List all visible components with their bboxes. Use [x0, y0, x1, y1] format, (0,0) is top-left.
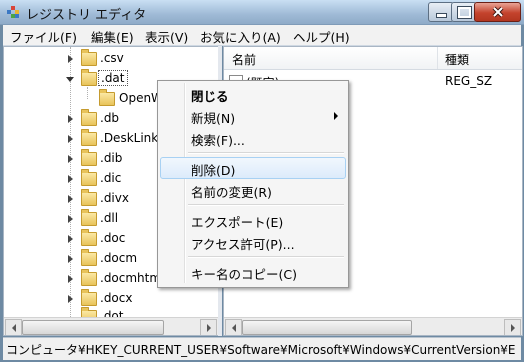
window-title: レジストリ エディタ: [26, 8, 147, 23]
tree-item-docx[interactable]: .docx: [4, 289, 218, 309]
tree-item-csv[interactable]: .csv: [4, 49, 218, 69]
menu-bar: ファイル(F) 編集(E) 表示(V) お気に入り(A) ヘルプ(H): [3, 25, 521, 46]
tree-horizontal-scrollbar[interactable]: [4, 317, 218, 335]
ctx-item-permissions[interactable]: アクセス許可(P)...: [160, 231, 346, 253]
expand-arrow-icon[interactable]: [68, 155, 73, 163]
tree-item-label: .docm: [100, 251, 138, 265]
chevron-left-icon: [231, 323, 236, 332]
folder-icon: [81, 289, 97, 306]
ctx-item-rename[interactable]: 名前の変更(R): [160, 179, 346, 201]
tree-item-label: .db: [100, 111, 120, 125]
tree-item-label: .csv: [100, 51, 124, 65]
ctx-item-delete[interactable]: 削除(D): [160, 157, 346, 179]
expand-arrow-icon[interactable]: [68, 255, 73, 263]
folder-icon: [81, 169, 97, 186]
ctx-item-find[interactable]: 検索(F)...: [160, 127, 346, 149]
ctx-label: アクセス許可(P)...: [191, 237, 295, 252]
menu-help[interactable]: ヘルプ(H): [293, 27, 350, 46]
ctx-label: 閉じる: [191, 89, 229, 104]
folder-icon: [81, 69, 97, 86]
scroll-thumb[interactable]: [242, 320, 412, 335]
registry-editor-icon: [7, 6, 19, 18]
folder-icon: [99, 89, 115, 106]
ctx-label: 新規(N): [191, 111, 236, 126]
menu-separator: [188, 256, 344, 258]
tree-item-label: .docmhtm: [100, 271, 162, 285]
minimize-icon: [435, 12, 447, 18]
ctx-label: キー名のコピー(C): [191, 267, 297, 282]
tree-item-label: .dot: [100, 309, 124, 317]
expand-arrow-icon[interactable]: [68, 235, 73, 243]
value-type: REG_SZ: [445, 74, 493, 88]
list-header: 名前 種類: [224, 47, 522, 70]
menu-favorites[interactable]: お気に入り(A): [200, 27, 281, 46]
folder-icon: [81, 129, 97, 146]
folder-icon: [81, 49, 97, 66]
folder-icon: [81, 249, 97, 266]
expand-arrow-icon[interactable]: [68, 115, 73, 123]
close-button[interactable]: [474, 2, 521, 22]
tree-item-label: .doc: [100, 231, 126, 245]
column-header-name[interactable]: 名前: [232, 51, 256, 68]
menu-view[interactable]: 表示(V): [145, 27, 188, 46]
folder-icon: [81, 209, 97, 226]
ctx-label: エクスポート(E): [191, 215, 284, 230]
folder-icon: [81, 269, 97, 286]
tree-item-label: .dic: [100, 171, 122, 185]
tree-item-label: .dib: [100, 151, 123, 165]
expand-arrow-icon[interactable]: [68, 175, 73, 183]
ctx-item-new[interactable]: 新規(N): [160, 105, 346, 127]
list-horizontal-scrollbar[interactable]: [224, 317, 522, 335]
status-path: コンピュータ¥HKEY_CURRENT_USER¥Software¥Micros…: [6, 343, 516, 357]
ctx-item-close[interactable]: 閉じる: [160, 83, 346, 105]
ctx-label: 名前の変更(R): [191, 185, 272, 200]
collapse-arrow-icon[interactable]: [66, 77, 74, 82]
maximize-icon: [456, 5, 472, 19]
tree-item-label: .dll: [100, 211, 119, 225]
scroll-right-button[interactable]: [504, 319, 521, 335]
scroll-left-button[interactable]: [225, 319, 242, 335]
title-bar[interactable]: レジストリ エディタ: [0, 0, 524, 25]
ctx-label: 削除(D): [191, 163, 236, 178]
scroll-left-button[interactable]: [5, 319, 22, 335]
expand-arrow-icon[interactable]: [68, 195, 73, 203]
expand-arrow-icon[interactable]: [68, 295, 73, 303]
tree-item-label: .dat: [98, 70, 128, 86]
chevron-right-icon: [510, 323, 515, 332]
submenu-arrow-icon: [334, 112, 338, 120]
scroll-right-button[interactable]: [200, 319, 217, 335]
expand-arrow-icon[interactable]: [68, 215, 73, 223]
scroll-thumb[interactable]: [22, 320, 164, 335]
ctx-item-export[interactable]: エクスポート(E): [160, 209, 346, 231]
folder-icon: [81, 307, 97, 317]
tree-item-label: .DeskLink: [100, 131, 159, 145]
tree-item-label: .divx: [100, 191, 129, 205]
menu-separator: [188, 152, 344, 154]
expand-arrow-icon[interactable]: [68, 135, 73, 143]
menu-edit[interactable]: 編集(E): [91, 27, 134, 46]
expand-arrow-icon[interactable]: [68, 275, 73, 283]
status-bar: コンピュータ¥HKEY_CURRENT_USER¥Software¥Micros…: [3, 337, 521, 360]
expand-arrow-icon[interactable]: [68, 55, 73, 63]
menu-file[interactable]: ファイル(F): [10, 27, 77, 46]
folder-icon: [81, 149, 97, 166]
tree-item-dot[interactable]: .dot: [4, 307, 218, 317]
folder-icon: [81, 229, 97, 246]
context-menu: 閉じる 新規(N) 検索(F)... 削除(D) 名前の変更(R) エクスポート…: [157, 80, 349, 288]
folder-icon: [81, 109, 97, 126]
chevron-right-icon: [206, 323, 211, 332]
column-divider[interactable]: [437, 47, 438, 69]
close-icon: [492, 6, 503, 18]
folder-icon: [81, 189, 97, 206]
chevron-left-icon: [11, 323, 16, 332]
tree-item-label: .docx: [100, 291, 133, 305]
column-header-type[interactable]: 種類: [445, 51, 469, 68]
menu-separator: [188, 204, 344, 206]
ctx-item-copy-key-name[interactable]: キー名のコピー(C): [160, 261, 346, 283]
ctx-label: 検索(F)...: [191, 133, 245, 148]
